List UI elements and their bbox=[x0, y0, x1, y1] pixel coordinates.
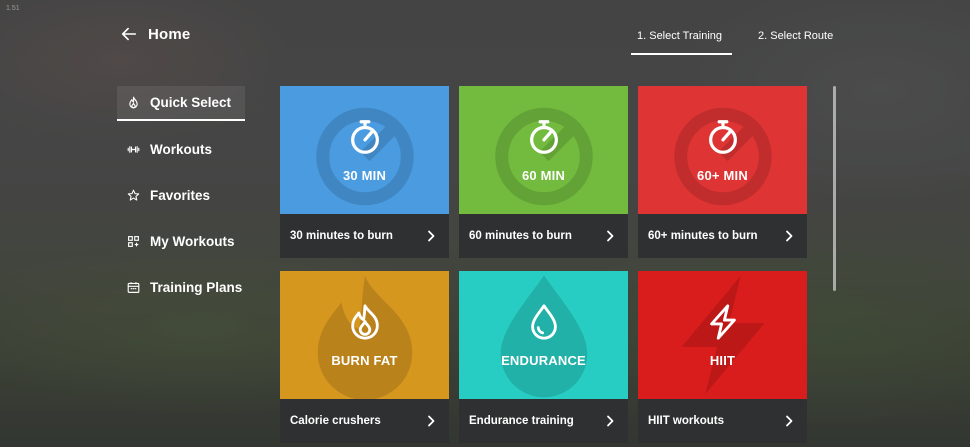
droplet-icon bbox=[530, 303, 557, 339]
custom-workout-icon bbox=[128, 236, 139, 247]
tab-select-route[interactable]: 2. Select Route bbox=[752, 20, 839, 55]
sidebar-item-label: Workouts bbox=[150, 142, 213, 157]
card-hiit[interactable]: HIIT HIIT workouts bbox=[638, 271, 807, 443]
chevron-right-icon bbox=[607, 415, 614, 427]
card-60-plus-min[interactable]: 60+ MIN 60+ minutes to burn bbox=[638, 86, 807, 258]
card-title: ENDURANCE bbox=[501, 352, 586, 368]
arrow-left-icon bbox=[121, 27, 137, 41]
flame-icon bbox=[350, 303, 379, 340]
card-footer: 30 minutes to burn bbox=[280, 214, 449, 258]
sidebar-item-favorites[interactable]: Favorites bbox=[117, 178, 257, 213]
card-60-min[interactable]: 60 MIN 60 minutes to burn bbox=[459, 86, 628, 258]
card-tile: 60+ MIN bbox=[638, 86, 807, 214]
card-tile: 60 MIN bbox=[459, 86, 628, 214]
chevron-right-icon bbox=[786, 230, 793, 242]
card-tile: BURN FAT bbox=[280, 271, 449, 399]
workout-card-grid: 30 MIN 30 minutes to burn 60 MIN 60 minu… bbox=[280, 86, 807, 443]
card-tile: ENDURANCE bbox=[459, 271, 628, 399]
card-title: BURN FAT bbox=[331, 352, 398, 368]
sidebar-item-label: Favorites bbox=[150, 188, 211, 203]
version-label: 1.51 bbox=[6, 5, 20, 12]
sidebar-item-training-plans[interactable]: Training Plans bbox=[117, 270, 257, 305]
card-subtitle: 60+ minutes to burn bbox=[648, 230, 758, 242]
sidebar-item-label: Training Plans bbox=[150, 280, 243, 295]
sidebar-item-quick-select[interactable]: Quick Select bbox=[117, 86, 245, 121]
card-subtitle: 30 minutes to burn bbox=[290, 230, 393, 242]
card-subtitle: Calorie crushers bbox=[290, 415, 381, 427]
card-tile: 30 MIN bbox=[280, 86, 449, 214]
stopwatch-icon bbox=[529, 119, 558, 154]
dumbbell-icon bbox=[127, 146, 140, 153]
stopwatch-icon bbox=[350, 119, 379, 154]
tab-select-training[interactable]: 1. Select Training bbox=[631, 20, 732, 55]
sidebar-item-label: My Workouts bbox=[150, 234, 235, 249]
star-icon bbox=[127, 189, 140, 201]
card-title: HIIT bbox=[709, 352, 736, 368]
card-footer: Calorie crushers bbox=[280, 399, 449, 443]
step-tabs: 1. Select Training 2. Select Route bbox=[631, 20, 839, 55]
card-footer: HIIT workouts bbox=[638, 399, 807, 443]
card-subtitle: 60 minutes to burn bbox=[469, 230, 572, 242]
card-tile: HIIT bbox=[638, 271, 807, 399]
card-subtitle: HIIT workouts bbox=[648, 415, 725, 427]
card-title: 60+ MIN bbox=[697, 167, 748, 183]
stopwatch-icon bbox=[708, 119, 737, 154]
flame-icon bbox=[129, 96, 138, 109]
chevron-right-icon bbox=[607, 230, 614, 242]
card-subtitle: Endurance training bbox=[469, 415, 574, 427]
card-title: 60 MIN bbox=[521, 167, 566, 183]
chevron-right-icon bbox=[786, 415, 793, 427]
card-endurance[interactable]: ENDURANCE Endurance training bbox=[459, 271, 628, 443]
calendar-icon bbox=[127, 282, 140, 293]
card-footer: 60+ minutes to burn bbox=[638, 214, 807, 258]
lightning-icon bbox=[709, 303, 736, 340]
page-title: Home bbox=[148, 25, 191, 43]
sidebar-item-my-workouts[interactable]: My Workouts bbox=[117, 224, 257, 259]
card-title: 30 MIN bbox=[342, 167, 387, 183]
scrollbar[interactable] bbox=[833, 86, 836, 291]
card-footer: 60 minutes to burn bbox=[459, 214, 628, 258]
back-button[interactable]: Home bbox=[120, 25, 190, 43]
sidebar-item-label: Quick Select bbox=[150, 95, 232, 110]
card-burn-fat[interactable]: BURN FAT Calorie crushers bbox=[280, 271, 449, 443]
sidebar-item-workouts[interactable]: Workouts bbox=[117, 132, 257, 167]
card-footer: Endurance training bbox=[459, 399, 628, 443]
sidebar: Quick Select Workouts Favorites My Worko… bbox=[117, 86, 257, 316]
card-30-min[interactable]: 30 MIN 30 minutes to burn bbox=[280, 86, 449, 258]
chevron-right-icon bbox=[428, 415, 435, 427]
chevron-right-icon bbox=[428, 230, 435, 242]
